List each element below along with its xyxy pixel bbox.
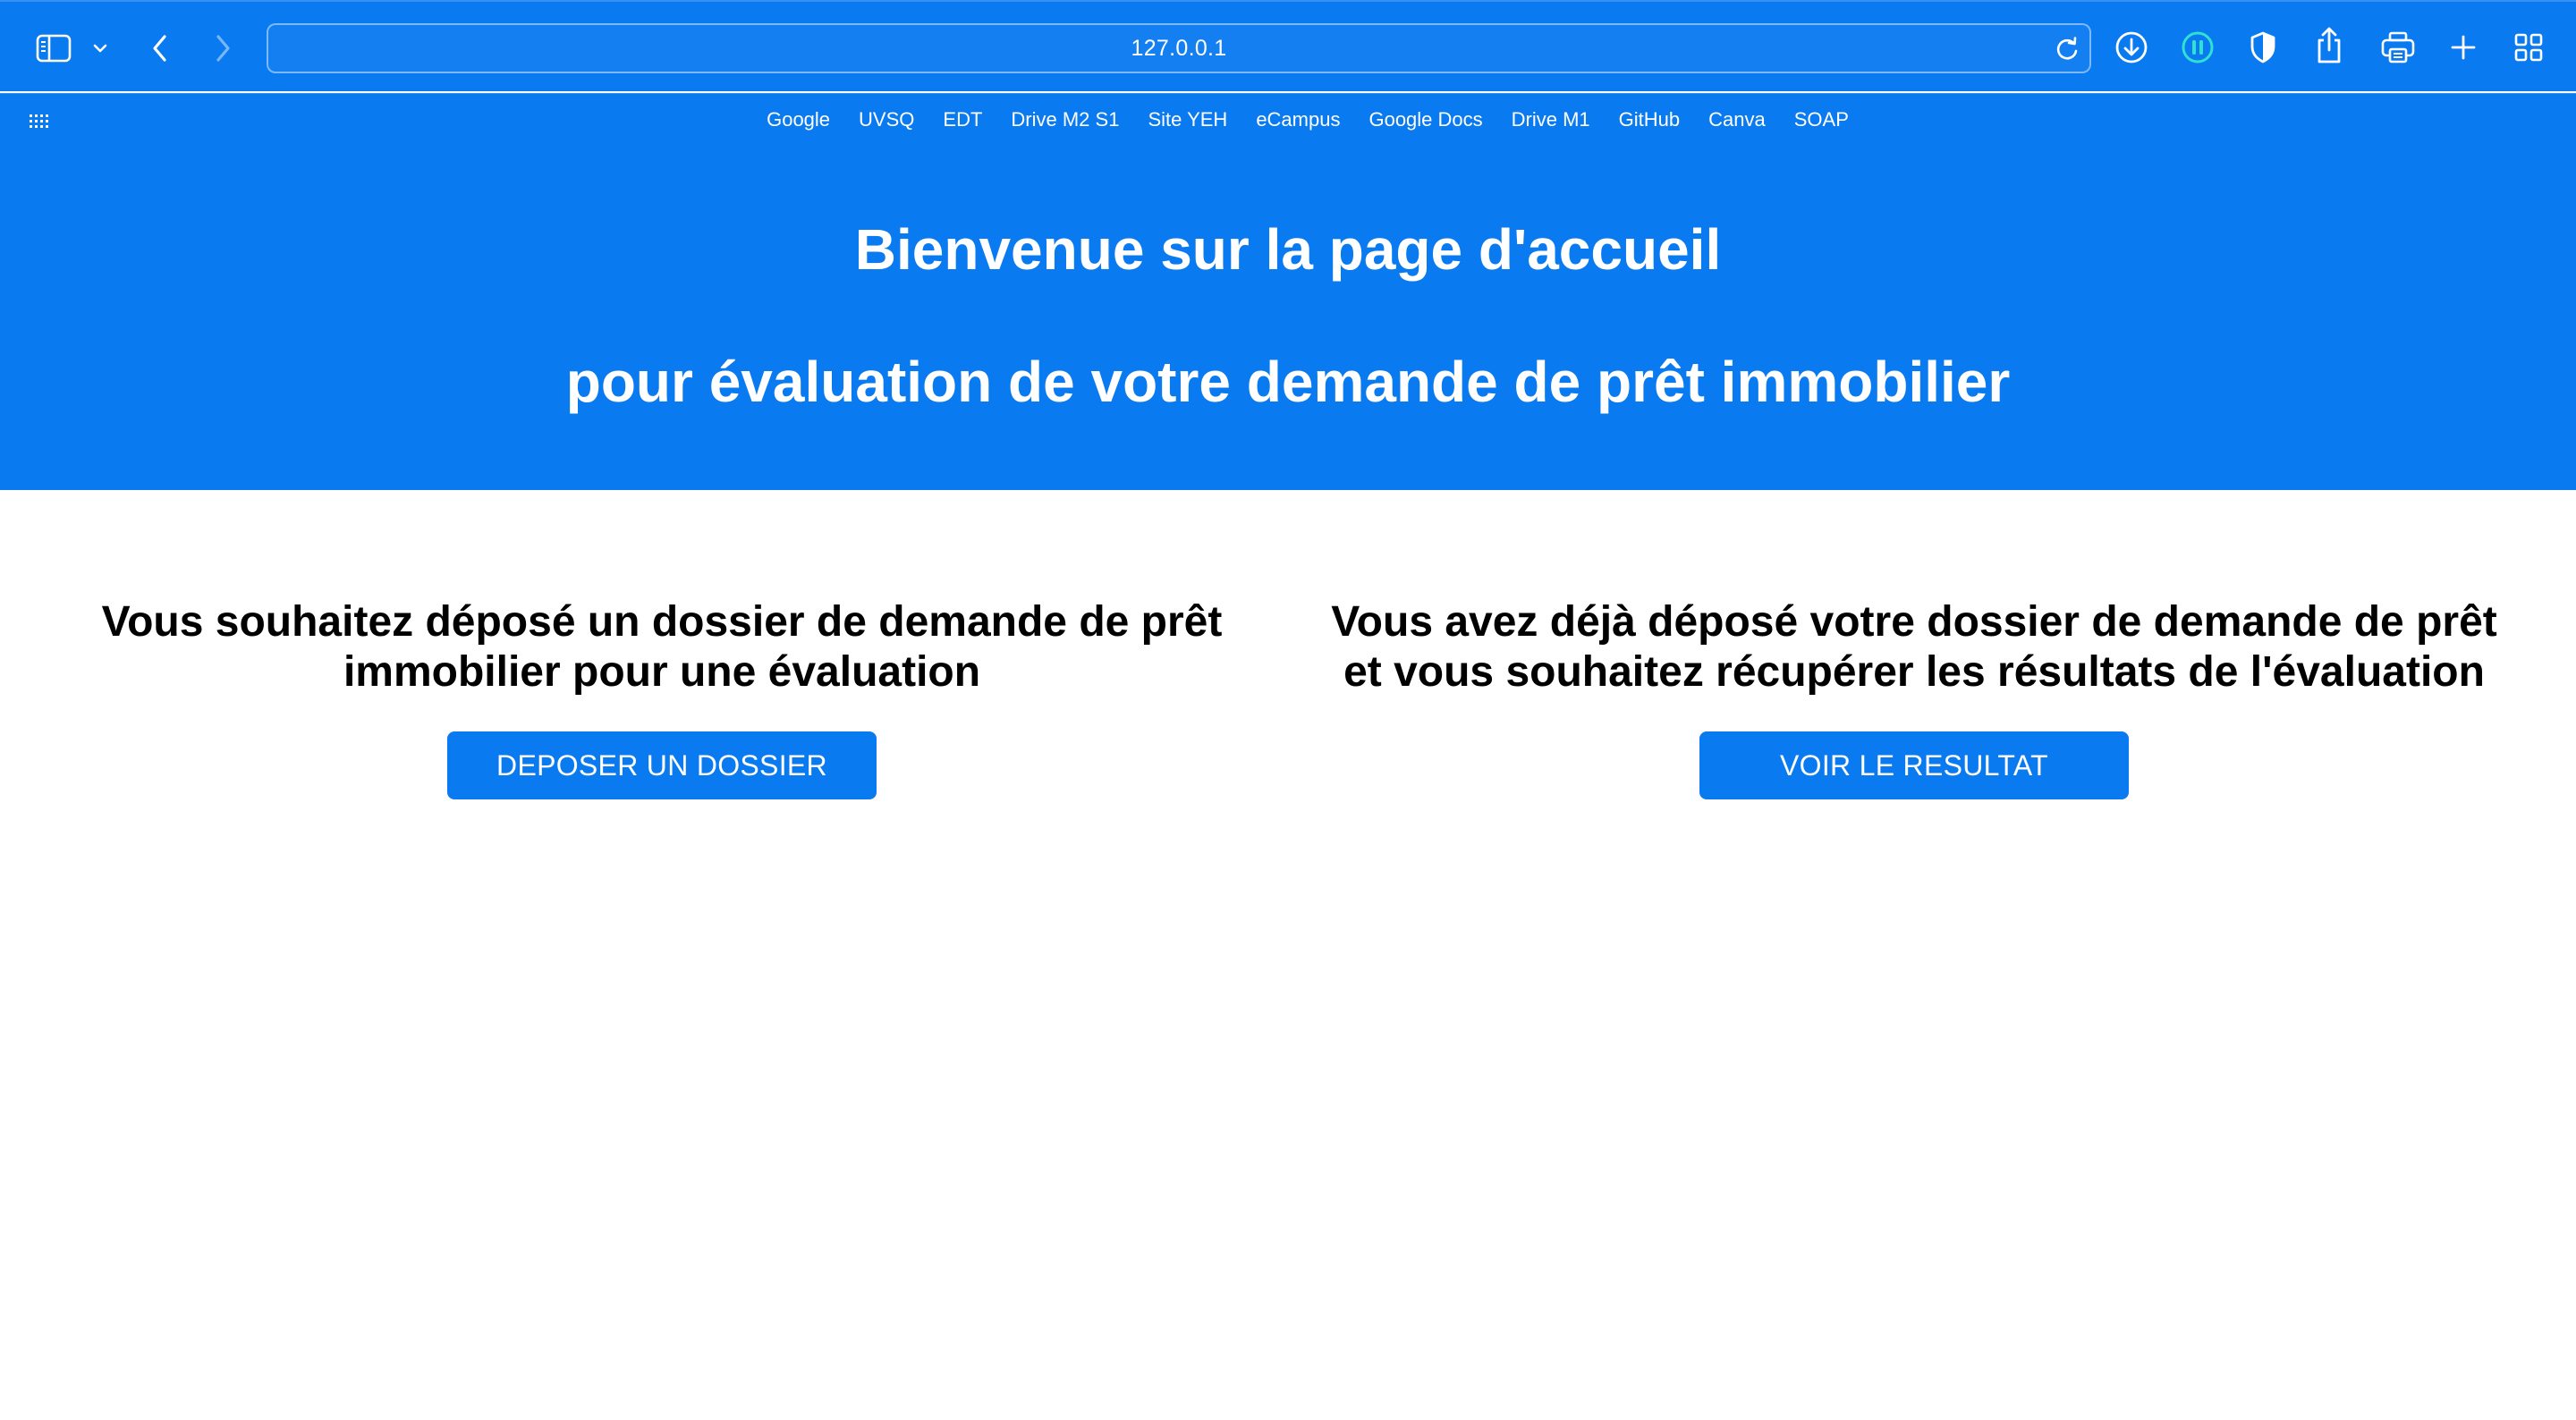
address-bar[interactable]: 127.0.0.1 <box>267 23 2091 73</box>
bookmark-site-yeh[interactable]: Site YEH <box>1133 105 1241 135</box>
bookmark-drive-m1[interactable]: Drive M1 <box>1497 105 1605 135</box>
bookmark-drive-m2-s1[interactable]: Drive M2 S1 <box>996 105 1133 135</box>
hero-banner: Bienvenue sur la page d'accueil pour éva… <box>0 145 2576 490</box>
download-icon[interactable] <box>2113 29 2150 66</box>
result-heading-line-2: et vous souhaitez récupérer les résultat… <box>1343 648 2485 696</box>
submit-heading-line-1: Vous souhaitez déposé un dossier de dema… <box>101 598 1223 646</box>
shield-icon[interactable] <box>2245 29 2281 66</box>
view-result-panel: Vous avez déjà déposé votre dossier de d… <box>1288 597 2540 799</box>
bookmark-google[interactable]: Google <box>752 105 844 135</box>
submit-heading-line-2: immobilier pour une évaluation <box>343 648 981 696</box>
bookmark-edt[interactable]: EDT <box>928 105 996 135</box>
forward-icon[interactable] <box>209 29 236 68</box>
bookmark-ecampus[interactable]: eCampus <box>1241 105 1354 135</box>
tab-overview-icon[interactable] <box>2512 30 2546 64</box>
submit-application-button[interactable]: DEPOSER UN DOSSIER <box>447 731 877 799</box>
bookmark-soap[interactable]: SOAP <box>1780 105 1863 135</box>
share-icon[interactable] <box>2311 25 2347 66</box>
view-result-button[interactable]: VOIR LE RESULTAT <box>1699 731 2129 799</box>
submit-application-panel: Vous souhaitez déposé un dossier de dema… <box>54 597 1270 799</box>
reload-icon[interactable] <box>2054 36 2080 67</box>
bookmarks-list: Google UVSQ EDT Drive M2 S1 Site YEH eCa… <box>39 105 2576 135</box>
chevron-down-icon[interactable] <box>89 36 111 61</box>
bookmark-github[interactable]: GitHub <box>1605 105 1694 135</box>
pause-icon[interactable] <box>2179 29 2216 66</box>
bookmark-google-docs[interactable]: Google Docs <box>1354 105 1496 135</box>
bookmarks-bar: Google UVSQ EDT Drive M2 S1 Site YEH eCa… <box>0 93 2576 145</box>
bookmark-uvsq[interactable]: UVSQ <box>844 105 928 135</box>
page-title: Bienvenue sur la page d'accueil <box>854 217 1722 282</box>
result-heading-line-1: Vous avez déjà déposé votre dossier de d… <box>1331 598 2497 646</box>
new-tab-icon[interactable] <box>2447 30 2479 64</box>
browser-toolbar: 127.0.0.1 <box>0 0 2576 91</box>
page-subtitle: pour évaluation de votre demande de prêt… <box>565 350 2011 414</box>
printer-icon[interactable] <box>2379 29 2417 66</box>
back-icon[interactable] <box>147 29 174 68</box>
view-result-heading: Vous avez déjà déposé votre dossier de d… <box>1288 597 2540 697</box>
submit-application-heading: Vous souhaitez déposé un dossier de dema… <box>54 597 1270 697</box>
sidebar-icon[interactable] <box>34 30 73 66</box>
bookmark-canva[interactable]: Canva <box>1694 105 1780 135</box>
url-text: 127.0.0.1 <box>1131 35 1227 61</box>
